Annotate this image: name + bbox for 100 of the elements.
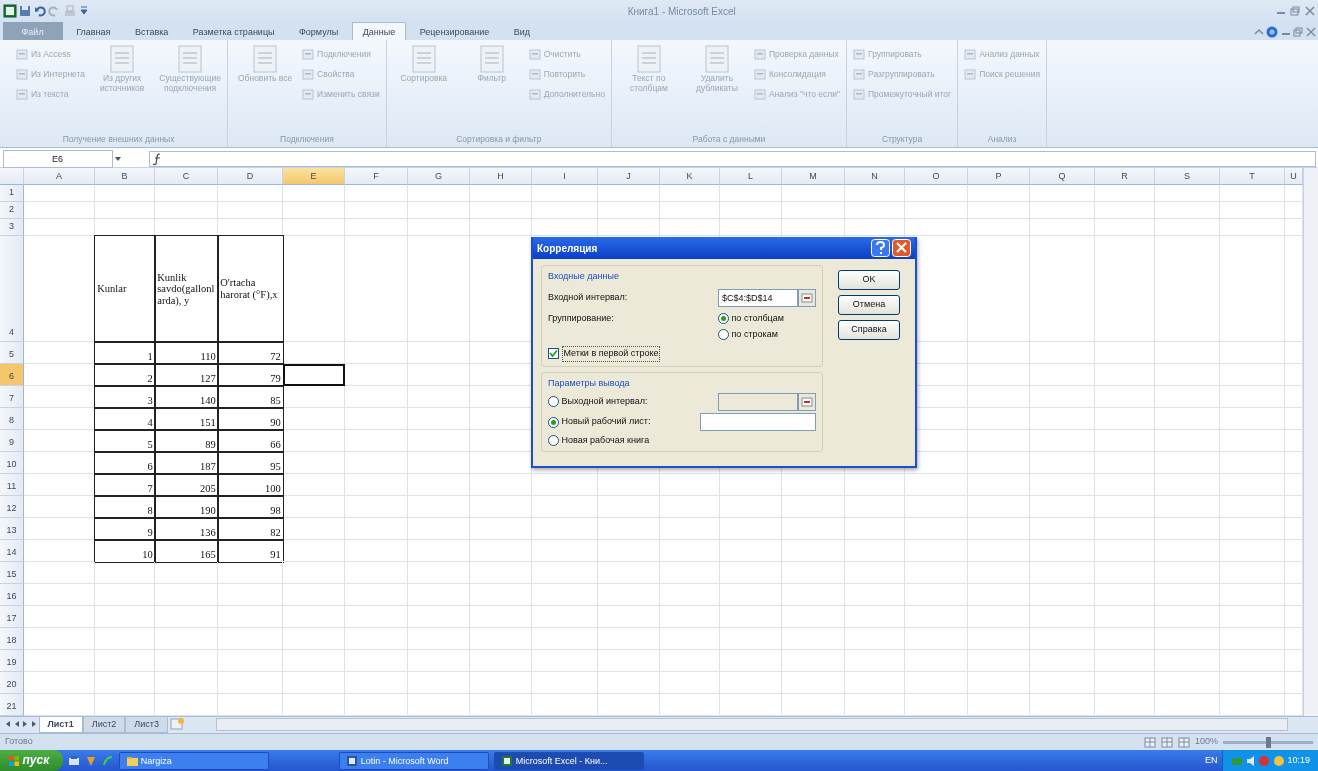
grid-cell[interactable]: [968, 496, 1030, 518]
grid-cell[interactable]: [968, 364, 1030, 386]
column-header[interactable]: S: [1155, 168, 1220, 185]
column-heading[interactable]: Kunlik savdo(gallonlarda), y: [154, 235, 219, 343]
table-cell[interactable]: 5: [94, 429, 156, 453]
table-cell[interactable]: 6: [94, 451, 156, 475]
grid-cell[interactable]: [968, 562, 1030, 584]
grid-cell[interactable]: [660, 474, 720, 496]
grid-cell[interactable]: [95, 628, 155, 650]
grid-cell[interactable]: [845, 650, 905, 672]
active-cell[interactable]: [283, 364, 345, 386]
grid-cell[interactable]: [1155, 496, 1220, 518]
grid-cell[interactable]: [1155, 540, 1220, 562]
grid-cell[interactable]: [968, 606, 1030, 628]
grid-cell[interactable]: [470, 672, 532, 694]
ribbon-tab[interactable]: Формулы: [288, 22, 350, 40]
grid-cell[interactable]: [1095, 540, 1155, 562]
grid-cell[interactable]: [470, 650, 532, 672]
row-header[interactable]: 1: [0, 185, 24, 202]
row-header[interactable]: 15: [0, 562, 24, 584]
grid-cell[interactable]: [782, 202, 845, 219]
grid-cell[interactable]: [1095, 364, 1155, 386]
grid-cell[interactable]: [968, 584, 1030, 606]
grid-cell[interactable]: [1030, 219, 1095, 236]
grid-cell[interactable]: [1030, 496, 1095, 518]
grid-cell[interactable]: [218, 606, 283, 628]
grid-cell[interactable]: [1030, 386, 1095, 408]
name-box[interactable]: E6: [2, 149, 113, 168]
grid-cell[interactable]: [598, 650, 660, 672]
input-field[interactable]: $C$4:$D$14: [718, 288, 798, 307]
row-header[interactable]: 9: [0, 430, 24, 452]
table-cell[interactable]: 10: [94, 539, 156, 563]
table-cell[interactable]: 205: [154, 473, 219, 497]
grid-cell[interactable]: [1030, 628, 1095, 650]
option-label[interactable]: Новый рабочий лист:: [561, 415, 651, 429]
checkbox[interactable]: [548, 348, 559, 360]
grid-cell[interactable]: [345, 518, 408, 540]
grid-cell[interactable]: [905, 219, 968, 236]
grid-cell[interactable]: [532, 562, 598, 584]
grid-cell[interactable]: [470, 474, 532, 496]
grid-cell[interactable]: [1095, 408, 1155, 430]
grid-cell[interactable]: [1155, 364, 1220, 386]
option-label[interactable]: Выходной интервал:: [561, 394, 648, 409]
grid-cell[interactable]: [968, 342, 1030, 364]
input-field[interactable]: [718, 392, 798, 411]
column-header[interactable]: Q: [1030, 168, 1095, 185]
grid-cell[interactable]: [968, 185, 1030, 202]
grid-cell[interactable]: [283, 474, 345, 496]
grid-cell[interactable]: [218, 628, 283, 650]
grid-cell[interactable]: [95, 606, 155, 628]
grid-cell[interactable]: [1220, 496, 1285, 518]
table-cell[interactable]: 4: [94, 407, 156, 431]
grid-cell[interactable]: [532, 606, 598, 628]
grid-cell[interactable]: [408, 452, 470, 474]
grid-cell[interactable]: [1220, 584, 1285, 606]
grid-cell[interactable]: [968, 236, 1030, 342]
grid-cell[interactable]: [1220, 430, 1285, 452]
option-label[interactable]: по строкам: [731, 327, 778, 341]
close-icon[interactable]: [1303, 5, 1316, 17]
grid-cell[interactable]: [24, 219, 95, 236]
ribbon-tab[interactable]: Разметка страницы: [181, 22, 286, 40]
column-header[interactable]: K: [660, 168, 720, 185]
desktop-icon[interactable]: [68, 754, 81, 767]
grid-cell[interactable]: [155, 584, 218, 606]
radio-button[interactable]: [718, 328, 729, 340]
grid-cell[interactable]: [155, 606, 218, 628]
grid-cell[interactable]: [345, 584, 408, 606]
grid-cell[interactable]: [720, 474, 782, 496]
grid-cell[interactable]: [1155, 408, 1220, 430]
grid-cell[interactable]: [345, 672, 408, 694]
table-cell[interactable]: 79: [217, 363, 284, 387]
grid-cell[interactable]: [660, 540, 720, 562]
grid-cell[interactable]: [532, 628, 598, 650]
grid-cell[interactable]: [905, 606, 968, 628]
grid-cell[interactable]: [905, 650, 968, 672]
grid-cell[interactable]: [782, 584, 845, 606]
view-icon[interactable]: [1177, 736, 1190, 748]
table-cell[interactable]: 1: [94, 341, 156, 365]
grid-cell[interactable]: [968, 474, 1030, 496]
volume-icon[interactable]: [1245, 754, 1256, 767]
grid-cell[interactable]: [660, 518, 720, 540]
row-header[interactable]: 4: [0, 236, 24, 342]
horizontal-scrollbar[interactable]: [215, 718, 1288, 731]
table-cell[interactable]: 165: [154, 539, 219, 563]
grid-cell[interactable]: [95, 562, 155, 584]
pen-icon[interactable]: [85, 754, 98, 767]
grid-cell[interactable]: [283, 672, 345, 694]
grid-cell[interactable]: [1155, 672, 1220, 694]
table-cell[interactable]: 136: [154, 517, 219, 541]
grid-cell[interactable]: [968, 518, 1030, 540]
grid-cell[interactable]: [345, 474, 408, 496]
view-icon[interactable]: [1143, 736, 1156, 748]
grid-cell[interactable]: [283, 185, 345, 202]
grid-cell[interactable]: [283, 562, 345, 584]
grid-cell[interactable]: [1220, 562, 1285, 584]
grid-cell[interactable]: [1030, 185, 1095, 202]
grid-cell[interactable]: [470, 518, 532, 540]
grid-cell[interactable]: [1155, 430, 1220, 452]
grid-cell[interactable]: [283, 518, 345, 540]
grid-cell[interactable]: [1155, 474, 1220, 496]
